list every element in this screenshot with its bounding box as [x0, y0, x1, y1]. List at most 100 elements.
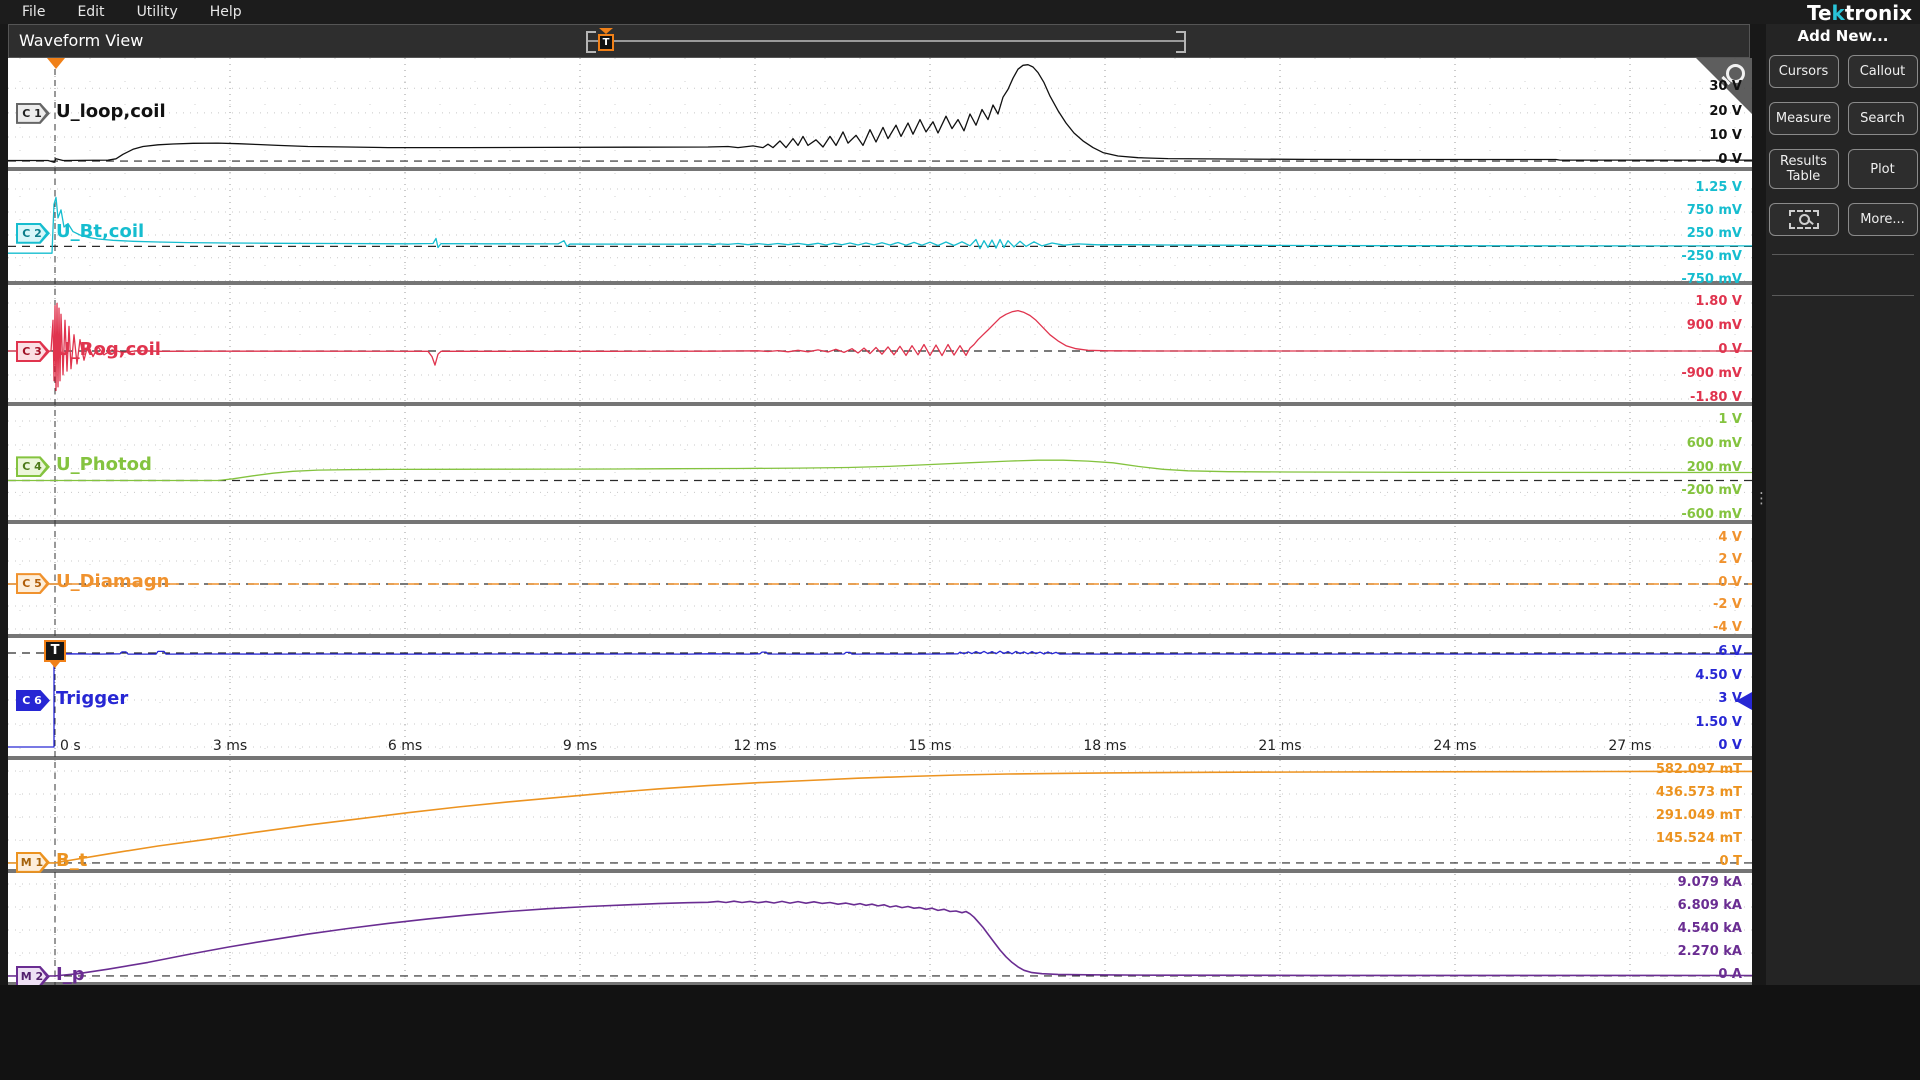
channel-badge-m1[interactable]: M 1	[16, 851, 50, 873]
channel-name-c3: U_Rog,coil	[56, 339, 161, 361]
sidebar-button-more[interactable]: More...	[1847, 203, 1918, 236]
bottom-settings-bar: Ch 1⚠Clipping5 V/div1 MΩ200 kHzBWCh 2⚠Cl…	[0, 985, 1920, 1080]
add-new-title: Add New...	[1797, 27, 1889, 45]
menu-help[interactable]: Help	[202, 0, 266, 24]
sidebar-button-measure[interactable]: Measure	[1768, 102, 1839, 135]
trace-c3	[8, 302, 1752, 392]
channel-name-c4: U_Photod	[56, 454, 152, 476]
scale-label: -4 V	[1712, 620, 1742, 636]
overview-left-bracket[interactable]	[586, 31, 596, 53]
scale-label: 436.573 mT	[1655, 785, 1742, 801]
time-axis-label: 3 ms	[212, 738, 248, 755]
channel-badge-c1[interactable]: C 1	[16, 102, 50, 124]
scale-label: 1.80 V	[1695, 293, 1742, 309]
time-axis-label: 9 ms	[562, 738, 598, 755]
trace-m2	[8, 900, 1753, 977]
menu-file[interactable]: File	[14, 0, 69, 24]
channel-badge-c6[interactable]: C 6	[16, 689, 50, 711]
scale-label: 0 V	[1718, 574, 1742, 590]
scale-label: 4 V	[1718, 529, 1742, 545]
scale-label: 10 V	[1709, 127, 1742, 143]
trigger-t-marker[interactable]: T	[44, 640, 66, 668]
scale-label: 200 mV	[1686, 459, 1742, 475]
time-axis-label: 18 ms	[1083, 738, 1127, 755]
scale-label: 145.524 mT	[1655, 831, 1742, 847]
zoom-overview-bar[interactable]: T	[586, 28, 1186, 54]
scale-label: -600 mV	[1681, 506, 1742, 522]
channel-badge-m2[interactable]: M 2	[16, 965, 50, 987]
scale-label: 291.049 mT	[1655, 807, 1742, 823]
sidebar-button-search[interactable]: Search	[1847, 102, 1918, 135]
channel-badge-c3[interactable]: C 3	[16, 341, 50, 363]
time-axis-label: 12 ms	[733, 738, 777, 755]
scale-label: 6.809 kA	[1677, 898, 1742, 914]
scale-label: -2 V	[1712, 596, 1742, 612]
time-axis-label: 0 s	[60, 738, 81, 755]
sidebar-button-zoom-select[interactable]	[1768, 203, 1839, 236]
scale-label: 2 V	[1718, 551, 1742, 567]
scale-label: 20 V	[1709, 103, 1742, 119]
scale-label: 1.25 V	[1695, 180, 1742, 196]
scale-label: 2.270 kA	[1677, 944, 1742, 960]
scale-label: 600 mV	[1686, 436, 1742, 451]
scale-label: 750 mV	[1686, 202, 1742, 218]
scale-label: 1.50 V	[1695, 714, 1742, 730]
scale-label: 4.540 kA	[1677, 920, 1742, 936]
scale-label: 30 V	[1709, 79, 1742, 95]
scale-label: -750 mV	[1681, 271, 1742, 287]
trace-c1	[8, 64, 1752, 163]
waveform-view-title: Waveform View	[19, 31, 144, 50]
scale-label: -1.80 V	[1689, 389, 1742, 405]
trigger-position-top-marker[interactable]	[47, 58, 65, 69]
channel-badge-c2[interactable]: C 2	[16, 222, 50, 244]
scale-label: 900 mV	[1686, 317, 1742, 333]
sidebar-divider	[1772, 254, 1914, 255]
scale-label: 250 mV	[1686, 225, 1742, 241]
time-axis-label: 24 ms	[1433, 738, 1477, 755]
channel-name-c1: U_loop,coil	[56, 100, 166, 122]
trace-c2	[8, 196, 1753, 254]
scale-label: 0 T	[1719, 853, 1742, 869]
sidebar-button-callout[interactable]: Callout	[1847, 55, 1918, 88]
trigger-t-icon: T	[598, 34, 614, 51]
scale-label: 0 V	[1718, 152, 1742, 168]
channel-name-m2: I_p	[56, 963, 85, 985]
sidebar-button-cursors[interactable]: Cursors	[1768, 55, 1839, 88]
panel-splitter[interactable]: ⋮	[1752, 24, 1769, 985]
scale-label: 1 V	[1718, 412, 1742, 428]
menu-edit[interactable]: Edit	[69, 0, 128, 24]
overview-right-bracket[interactable]	[1176, 31, 1186, 53]
trigger-position-marker[interactable]: T	[598, 28, 614, 54]
time-axis-label: 21 ms	[1258, 738, 1302, 755]
scale-label: 3 V	[1718, 690, 1742, 706]
sidebar-button-results-table[interactable]: Results Table	[1768, 149, 1839, 189]
scale-label: 0 V	[1718, 342, 1742, 358]
scale-label: 4.50 V	[1695, 668, 1742, 684]
scale-label: 6 V	[1718, 643, 1742, 659]
channel-name-m1: B_t	[56, 849, 88, 871]
channel-name-c2: U_Bt,coil	[56, 220, 145, 242]
scale-label: 9.079 kA	[1677, 874, 1742, 890]
time-axis-label: 6 ms	[387, 738, 423, 755]
menu-bar: File Edit Utility Help Tektronix	[0, 0, 1920, 25]
waveform-plot[interactable]: T C 1 U_loop,coil 30 V 20 V 10 V 0 V C 2 U_Bt,c…	[8, 58, 1753, 987]
trace-c4	[8, 459, 1753, 482]
scale-label: -900 mV	[1681, 365, 1742, 381]
trace-c6	[8, 650, 1753, 748]
zoom-select-icon	[1788, 210, 1819, 229]
tektronix-logo: Tektronix	[1806, 1, 1912, 25]
channel-name-c5: U_Diamagn	[56, 571, 170, 593]
scale-label: 0 V	[1718, 738, 1742, 754]
menu-utility[interactable]: Utility	[129, 0, 202, 24]
sidebar-button-plot[interactable]: Plot	[1847, 149, 1918, 189]
time-axis-label: 15 ms	[908, 738, 952, 755]
overview-timeline	[588, 40, 1184, 42]
time-axis-label: 27 ms	[1608, 738, 1652, 755]
channel-badge-c5[interactable]: C 5	[16, 573, 50, 595]
waveform-view-header: Waveform View T	[8, 24, 1750, 58]
scale-label: -250 mV	[1681, 248, 1742, 264]
waveform-canvas	[8, 58, 1753, 986]
scale-label: 582.097 mT	[1655, 761, 1742, 777]
channel-badge-c4[interactable]: C 4	[16, 456, 50, 478]
scale-label: -200 mV	[1681, 483, 1742, 499]
